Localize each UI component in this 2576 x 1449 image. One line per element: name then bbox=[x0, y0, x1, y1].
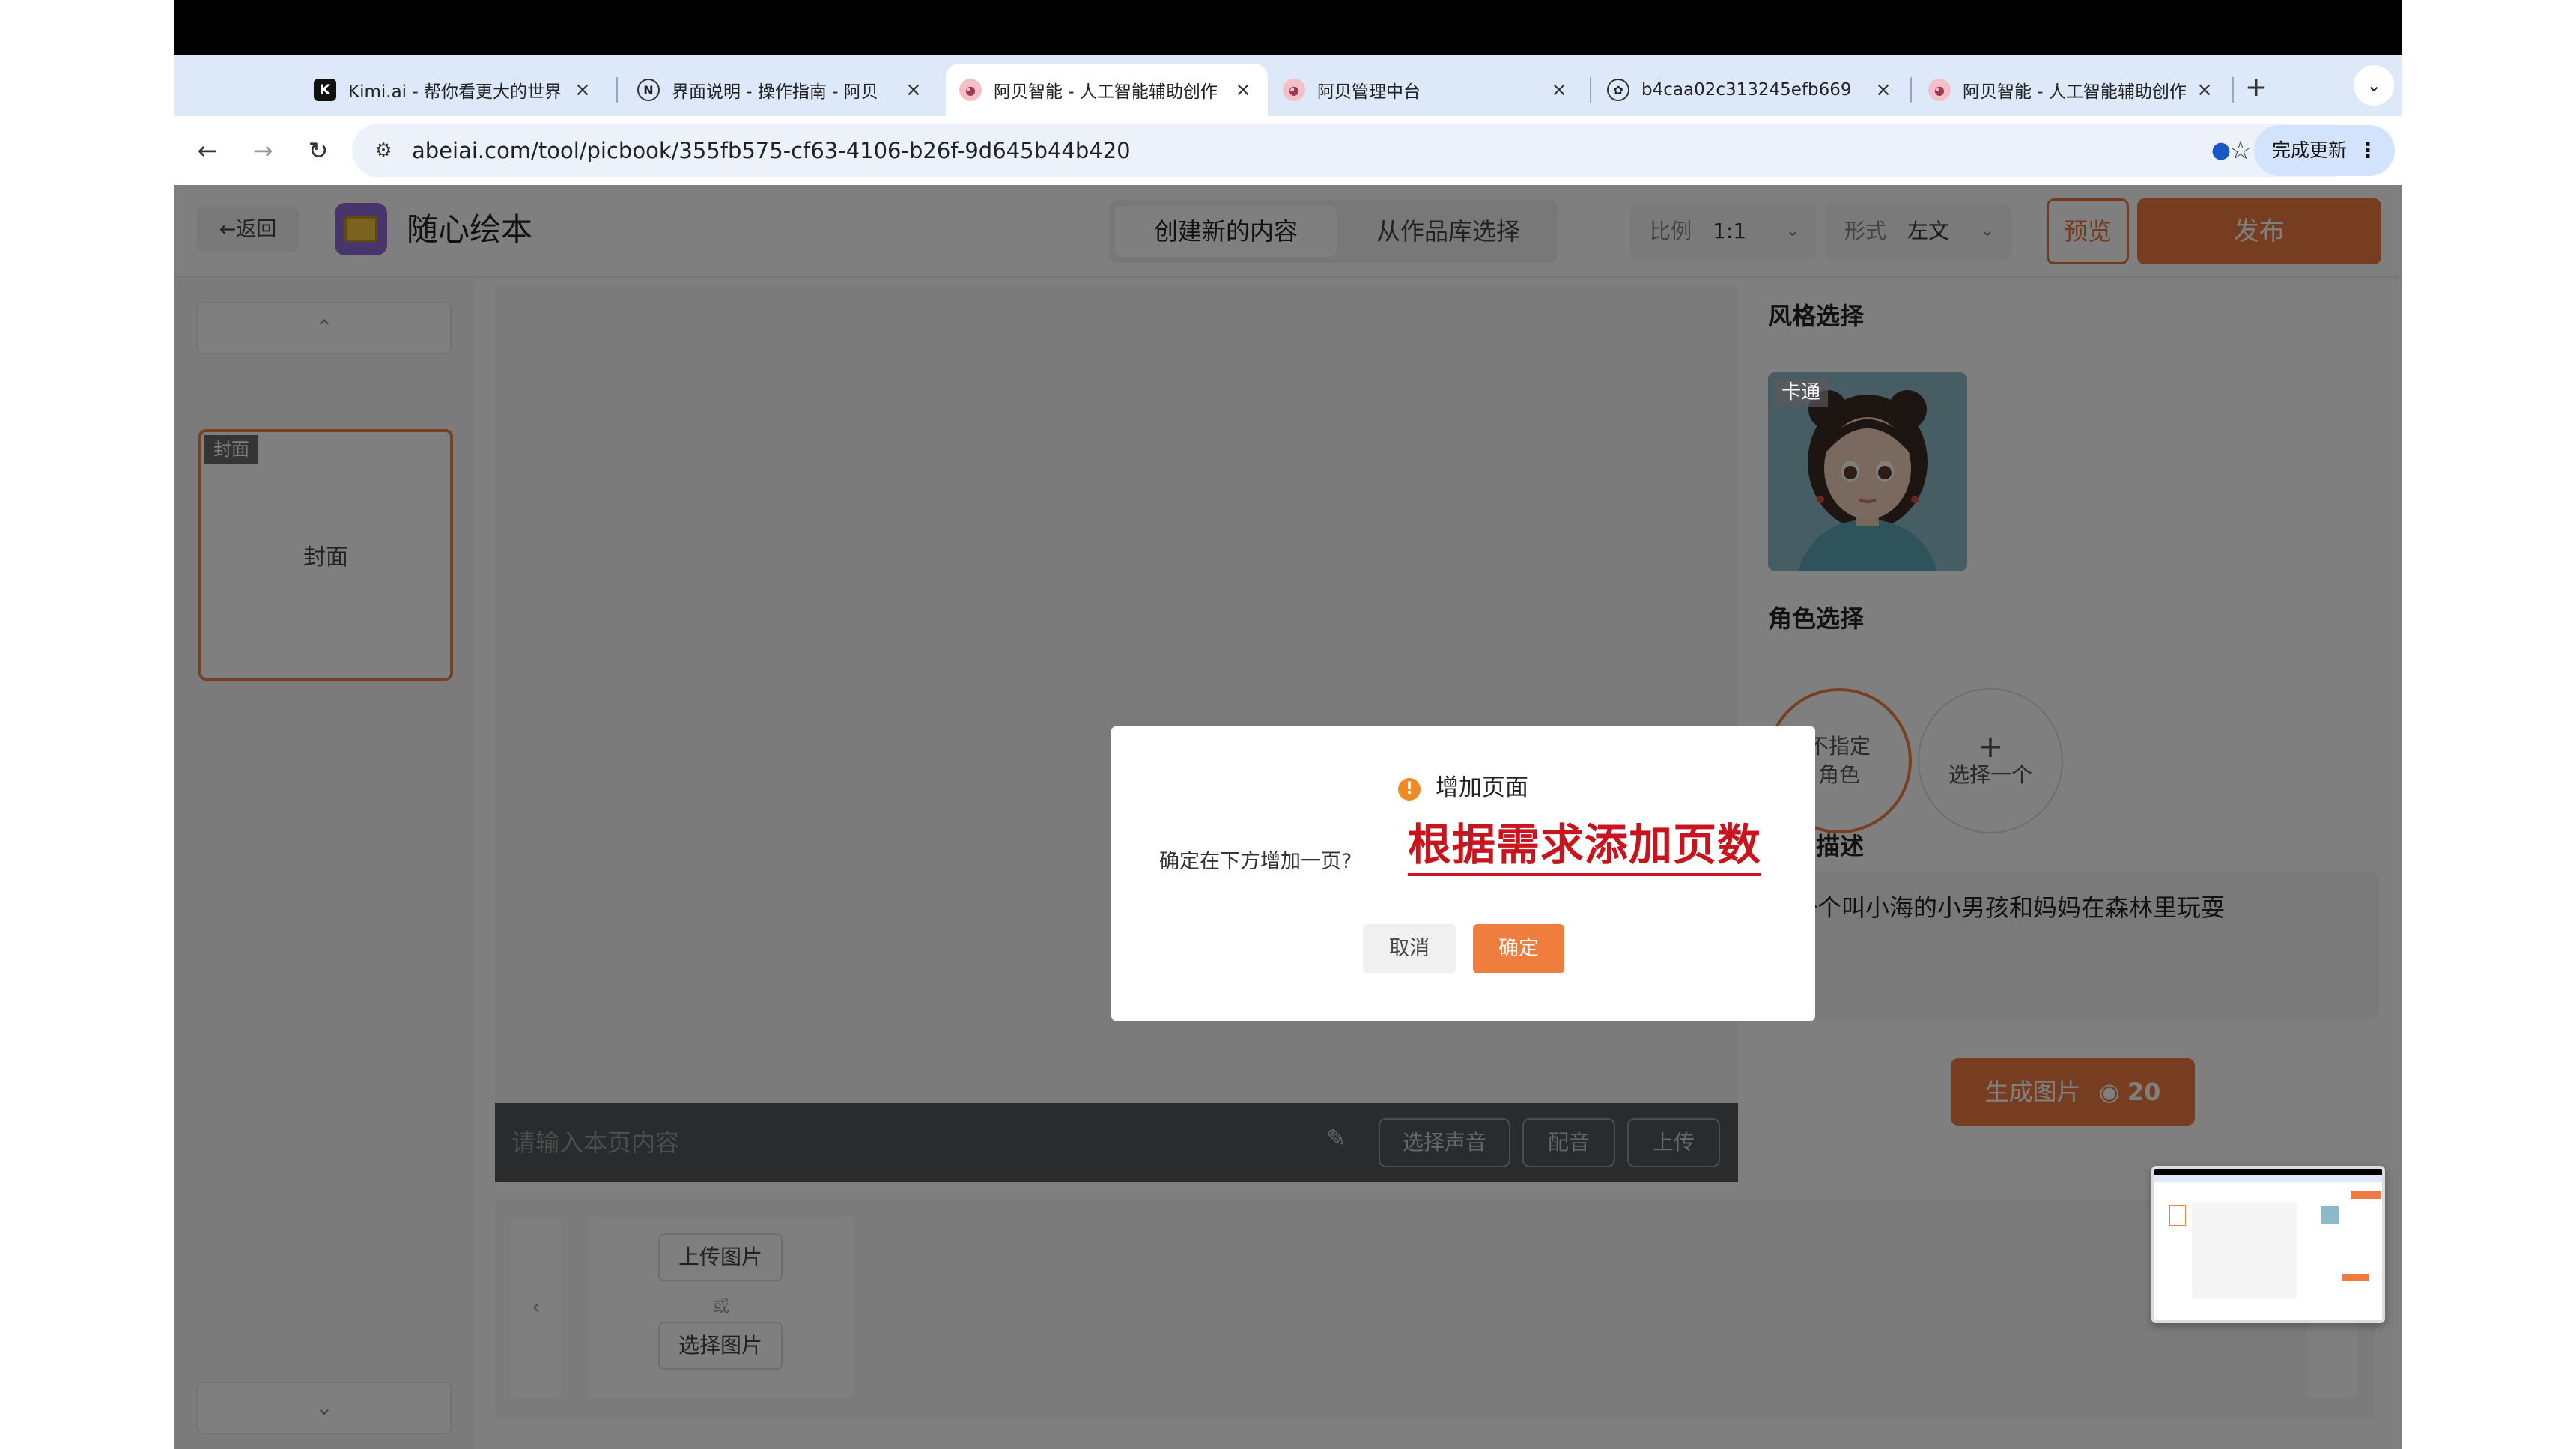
tab-title: 阿贝智能 - 人工智能辅助创作 bbox=[1963, 82, 2187, 102]
kimi-icon: K bbox=[314, 79, 336, 101]
tab-title: 阿贝智能 - 人工智能辅助创作 bbox=[994, 82, 1218, 102]
dialog-title: 增加页面 bbox=[1436, 774, 1528, 801]
tab-abei-2[interactable]: ◕ 阿贝智能 - 人工智能辅助创作 × bbox=[1915, 64, 2229, 116]
close-icon[interactable]: × bbox=[1232, 79, 1254, 101]
dialog-title-row: ! 增加页面 bbox=[1111, 768, 1815, 802]
tab-abei-active[interactable]: ◕ 阿贝智能 - 人工智能辅助创作 × bbox=[946, 64, 1268, 116]
close-icon[interactable]: × bbox=[1548, 79, 1570, 101]
tab-title: Kimi.ai - 帮你看更大的世界 bbox=[348, 82, 562, 102]
tab-guide[interactable]: N 界面说明 - 操作指南 - 阿贝 × bbox=[624, 64, 938, 116]
tab-title: 阿贝管理中台 bbox=[1317, 82, 1421, 102]
tab-admin[interactable]: ◕ 阿贝管理中台 × bbox=[1269, 64, 1584, 116]
url-text[interactable]: abeiai.com/tool/picbook/355fb575-cf63-41… bbox=[412, 124, 1131, 177]
tab-strip: K Kimi.ai - 帮你看更大的世界 × N 界面说明 - 操作指南 - 阿… bbox=[174, 55, 2402, 116]
tab-title: b4caa02c313245efb669 bbox=[1641, 80, 1852, 100]
dialog-message: 确定在下方增加一页? bbox=[1159, 850, 1352, 873]
screen-top-bar bbox=[174, 0, 2402, 55]
back-arrow-icon[interactable]: ← bbox=[188, 131, 227, 170]
abei-icon: ◕ bbox=[1928, 79, 1951, 101]
browser-window: K Kimi.ai - 帮你看更大的世界 × N 界面说明 - 操作指南 - 阿… bbox=[174, 55, 2402, 1449]
browser-toolbar: ← → ↻ ⚙ abeiai.com/tool/picbook/355fb575… bbox=[174, 116, 2402, 185]
tab-separator bbox=[2232, 77, 2234, 103]
update-label: 完成更新 bbox=[2272, 139, 2348, 161]
close-icon[interactable]: × bbox=[902, 79, 925, 101]
tab-list-button[interactable]: ⌄ bbox=[2354, 65, 2394, 106]
cancel-button[interactable]: 取消 bbox=[1363, 924, 1456, 973]
close-icon[interactable]: × bbox=[2193, 79, 2216, 101]
notion-icon: N bbox=[637, 79, 660, 101]
profile-icon[interactable]: ● bbox=[2199, 128, 2244, 173]
warning-icon: ! bbox=[1398, 778, 1421, 801]
abei-icon: ◕ bbox=[959, 79, 982, 101]
tab-hash[interactable]: ✿ b4caa02c313245efb669 × bbox=[1594, 64, 1908, 116]
tab-title: 界面说明 - 操作指南 - 阿贝 bbox=[672, 82, 878, 102]
add-page-dialog: ! 增加页面 确定在下方增加一页? 根据需求添加页数 取消 确定 bbox=[1111, 726, 1815, 1021]
abei-icon: ◕ bbox=[1283, 79, 1305, 101]
style-tag: 卡通 bbox=[1774, 378, 1829, 407]
forward-arrow-icon[interactable]: → bbox=[243, 131, 282, 170]
menu-dots-icon: ⋮ bbox=[2357, 138, 2378, 162]
update-button[interactable]: 完成更新 ⋮ bbox=[2254, 125, 2395, 176]
address-bar[interactable]: ⚙ abeiai.com/tool/picbook/355fb575-cf63-… bbox=[352, 124, 2354, 177]
annotation-text: 根据需求添加页数 bbox=[1408, 816, 1762, 876]
site-info-icon[interactable]: ⚙ bbox=[368, 136, 398, 165]
tab-separator bbox=[616, 77, 618, 103]
tab-kimi[interactable]: K Kimi.ai - 帮你看更大的世界 × bbox=[300, 64, 607, 116]
close-icon[interactable]: × bbox=[571, 79, 594, 101]
close-icon[interactable]: × bbox=[1872, 79, 1895, 101]
openai-icon: ✿ bbox=[1607, 79, 1629, 101]
tab-separator bbox=[1590, 77, 1591, 103]
confirm-button[interactable]: 确定 bbox=[1473, 924, 1564, 973]
tab-separator bbox=[1910, 77, 1912, 103]
new-tab-button[interactable]: + bbox=[2238, 70, 2275, 107]
reload-icon[interactable]: ↻ bbox=[299, 131, 338, 170]
screen-thumbnail[interactable] bbox=[2151, 1166, 2385, 1323]
